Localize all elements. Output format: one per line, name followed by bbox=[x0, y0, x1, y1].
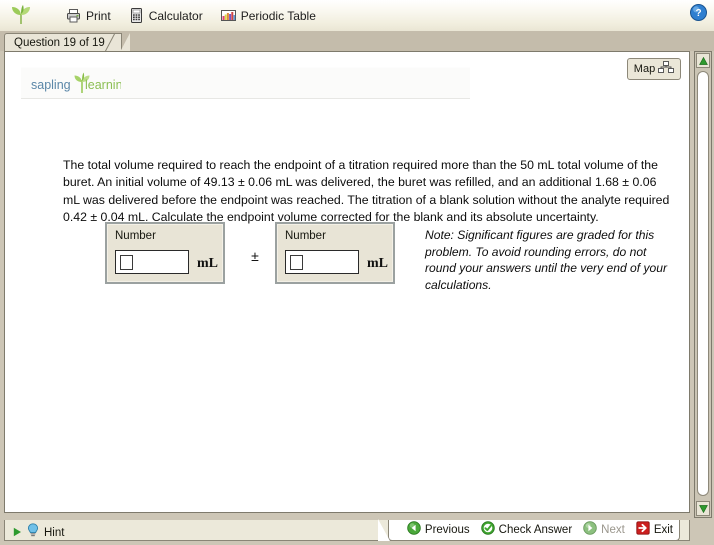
arrow-right-circle-icon bbox=[583, 520, 597, 540]
answer-row: Number mL ± Number mL Note: Significant … bbox=[105, 222, 675, 292]
calculator-icon bbox=[129, 8, 144, 23]
answer-box-label: Number bbox=[285, 230, 326, 242]
nav-label: Exit bbox=[653, 524, 673, 536]
question-panel-inner: sapling learning Map bbox=[7, 54, 687, 510]
exit-button[interactable]: Exit bbox=[636, 520, 673, 540]
tab-label: Question 19 of 19 bbox=[14, 37, 105, 49]
toolbar-item-label: Periodic Table bbox=[240, 8, 316, 23]
unit-label: mL bbox=[197, 256, 218, 271]
toolbar-item-label: Calculator bbox=[148, 8, 203, 23]
uncertainty-input[interactable] bbox=[285, 250, 359, 274]
play-triangle-icon bbox=[13, 524, 22, 542]
answer-box-label: Number bbox=[115, 230, 156, 242]
question-text: The total volume required to reach the e… bbox=[63, 158, 670, 225]
svg-text:learning: learning bbox=[85, 78, 121, 92]
help-question-icon[interactable]: ? bbox=[690, 4, 707, 21]
exit-door-icon bbox=[636, 520, 650, 540]
svg-text:sapling: sapling bbox=[31, 78, 71, 92]
plus-minus-separator: ± bbox=[251, 248, 259, 264]
toolbar-item-print[interactable]: Print bbox=[66, 5, 111, 27]
check-answer-button[interactable]: Check Answer bbox=[480, 520, 573, 540]
content-area: sapling learning Map bbox=[0, 51, 714, 518]
hint-bar: Hint Previous Check Answer Next Exit bbox=[4, 519, 690, 542]
periodic-table-icon bbox=[220, 8, 236, 23]
nav-label: Next bbox=[601, 524, 625, 536]
svg-text:?: ? bbox=[695, 8, 701, 19]
text-caret-marker bbox=[120, 255, 133, 270]
check-circle-icon bbox=[480, 520, 495, 540]
triangle-up-icon[interactable] bbox=[696, 53, 710, 68]
value-input[interactable] bbox=[115, 250, 189, 274]
site-map-icon bbox=[658, 60, 675, 78]
nav-label: Previous bbox=[424, 524, 470, 536]
sapling-leaf-icon bbox=[10, 5, 32, 30]
tab-slant-edge bbox=[104, 33, 118, 52]
lightbulb-icon bbox=[27, 523, 39, 542]
toolbar-item-periodic-table[interactable]: Periodic Table bbox=[220, 5, 316, 27]
hint-button-label: Hint bbox=[44, 526, 65, 539]
sapling-learning-logo: sapling learning bbox=[29, 72, 130, 99]
triangle-down-icon[interactable] bbox=[696, 501, 710, 516]
sapling-learning-window: Print Calculator Periodic Table ? Questi… bbox=[0, 0, 714, 545]
map-button-label: Map bbox=[633, 63, 656, 75]
unit-label: mL bbox=[367, 256, 388, 271]
map-button[interactable]: Map bbox=[627, 58, 681, 80]
next-button[interactable]: Next bbox=[583, 520, 625, 540]
tab-strip: Question 19 of 19 bbox=[0, 31, 714, 52]
question-panel: sapling learning Map bbox=[4, 51, 690, 513]
top-toolbar: Print Calculator Periodic Table ? bbox=[0, 0, 714, 32]
vertical-scrollbar[interactable] bbox=[694, 51, 712, 518]
navigation-button-group: Previous Check Answer Next Exit bbox=[377, 519, 680, 541]
sapling-brand-bar: sapling learning bbox=[21, 67, 470, 99]
answer-box-uncertainty[interactable]: Number mL bbox=[275, 222, 395, 284]
arrow-left-circle-icon bbox=[407, 520, 421, 540]
nav-label: Check Answer bbox=[498, 524, 573, 536]
hint-button[interactable]: Hint bbox=[13, 523, 64, 542]
previous-button[interactable]: Previous bbox=[407, 520, 470, 540]
text-caret-marker bbox=[290, 255, 303, 270]
toolbar-item-label: Print bbox=[86, 8, 111, 23]
scrollbar-thumb[interactable] bbox=[697, 71, 709, 496]
significant-figures-note: Note: Significant figures are graded for… bbox=[425, 228, 668, 293]
toolbar-item-calculator[interactable]: Calculator bbox=[129, 5, 203, 27]
bottom-bar: Hint Previous Check Answer Next Exit bbox=[0, 518, 714, 545]
printer-icon bbox=[66, 8, 81, 23]
app-logo bbox=[0, 0, 44, 31]
answer-box-value[interactable]: Number mL bbox=[105, 222, 225, 284]
